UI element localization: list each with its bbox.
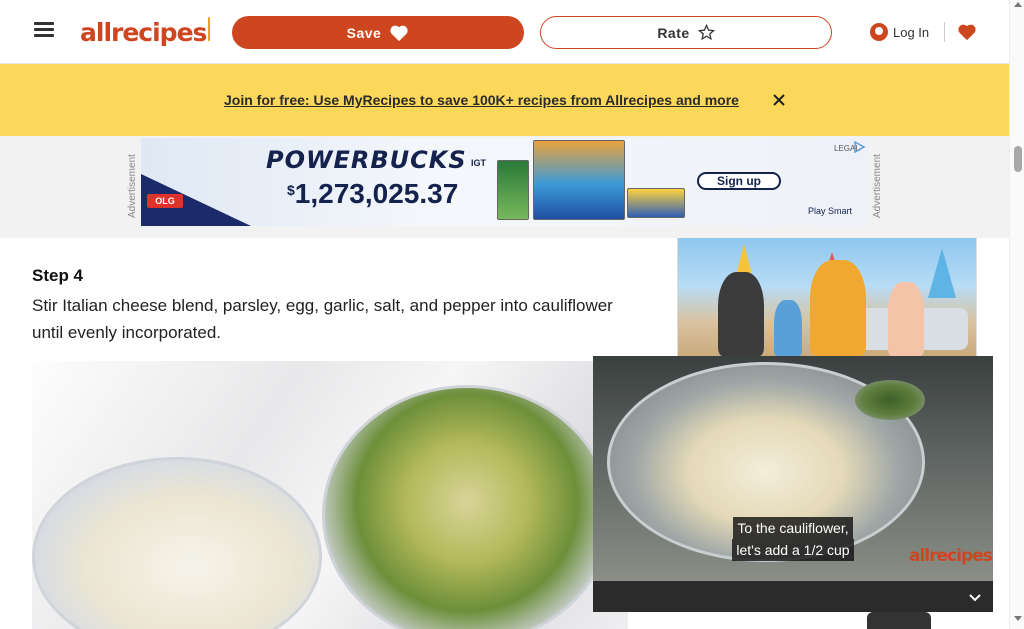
- ad-sponsor-logo: OLG: [147, 194, 183, 208]
- ad-maker: IGT: [471, 158, 486, 168]
- adchoices-icon[interactable]: [852, 141, 866, 153]
- logo-text: allrecipes: [80, 17, 207, 47]
- star-outline-icon: [697, 24, 715, 41]
- character-figure: [810, 260, 866, 356]
- menu-icon[interactable]: [31, 19, 57, 43]
- spoon-icon: [208, 17, 210, 41]
- video-caption: To the cauliflower, let's add a 1/2 cup: [723, 517, 863, 561]
- close-icon[interactable]: [771, 92, 787, 108]
- video-watermark: allrecipes: [909, 546, 993, 566]
- login-link[interactable]: Log In: [870, 20, 934, 44]
- rate-label: Rate: [657, 24, 690, 41]
- ad-tickets: [497, 140, 687, 224]
- promo-banner: Join for free: Use MyRecipes to save 100…: [0, 64, 1009, 136]
- ticket-image: [533, 140, 625, 220]
- ad-jackpot: $1,273,025.37: [287, 178, 458, 210]
- rate-button[interactable]: Rate: [540, 16, 832, 49]
- login-label: Log In: [893, 24, 930, 40]
- user-icon: [870, 23, 888, 41]
- scroll-up-icon[interactable]: [1014, 2, 1022, 7]
- video-small-bowl: [855, 380, 925, 420]
- save-label: Save: [346, 24, 382, 41]
- ad-product-image: [867, 612, 931, 629]
- caption-line-1: To the cauliflower,: [733, 517, 853, 539]
- step-title: Step 4: [32, 266, 84, 285]
- ad-signup-button[interactable]: Sign up: [697, 172, 781, 190]
- caption-line-2: let's add a 1/2 cup: [732, 539, 854, 561]
- sail-shape: [928, 248, 956, 298]
- allrecipes-logo[interactable]: allrecipes: [80, 15, 210, 49]
- advertisement-label: Advertisement: [872, 154, 883, 218]
- page: allrecipes Save Rate Log In Join for fre…: [0, 0, 1024, 629]
- ticket-image: [627, 188, 685, 218]
- scroll-down-icon[interactable]: [1014, 616, 1022, 621]
- video-controls-bar[interactable]: [593, 581, 993, 612]
- character-figure: [888, 282, 924, 356]
- scrollbar[interactable]: [1009, 0, 1024, 629]
- character-figure: [774, 300, 802, 356]
- heart-icon: [390, 25, 408, 41]
- ad-brand: POWERBUCKS: [266, 146, 467, 174]
- video-player[interactable]: To the cauliflower, let's add a 1/2 cup …: [593, 356, 993, 581]
- bowl-cauliflower: [32, 457, 322, 629]
- close-video-icon[interactable]: [964, 586, 986, 608]
- save-button[interactable]: Save: [232, 16, 524, 49]
- header-divider: [944, 22, 945, 42]
- ad-currency: $: [287, 182, 295, 198]
- ad-jackpot-value: 1,273,025.37: [294, 178, 459, 209]
- favorites-heart-icon[interactable]: [955, 18, 979, 46]
- advertisement-label: Advertisement: [127, 154, 138, 218]
- ad-tagline: Play Smart: [808, 206, 853, 216]
- ad-banner[interactable]: OLG POWERBUCKS IGT $1,273,025.37 Sign up…: [141, 138, 869, 226]
- bowl-cheese-herbs: [322, 385, 612, 629]
- promo-link[interactable]: Join for free: Use MyRecipes to save 100…: [224, 92, 739, 108]
- site-header: allrecipes Save Rate Log In: [0, 0, 1009, 64]
- ad-photo: [678, 238, 976, 358]
- scrollbar-thumb[interactable]: [1014, 146, 1022, 172]
- step-photo[interactable]: [32, 361, 628, 629]
- step-text: Stir Italian cheese blend, parsley, egg,…: [32, 296, 613, 342]
- rail-ad-bottom: [677, 612, 977, 629]
- ticket-image: [497, 160, 529, 220]
- character-figure: [718, 272, 764, 356]
